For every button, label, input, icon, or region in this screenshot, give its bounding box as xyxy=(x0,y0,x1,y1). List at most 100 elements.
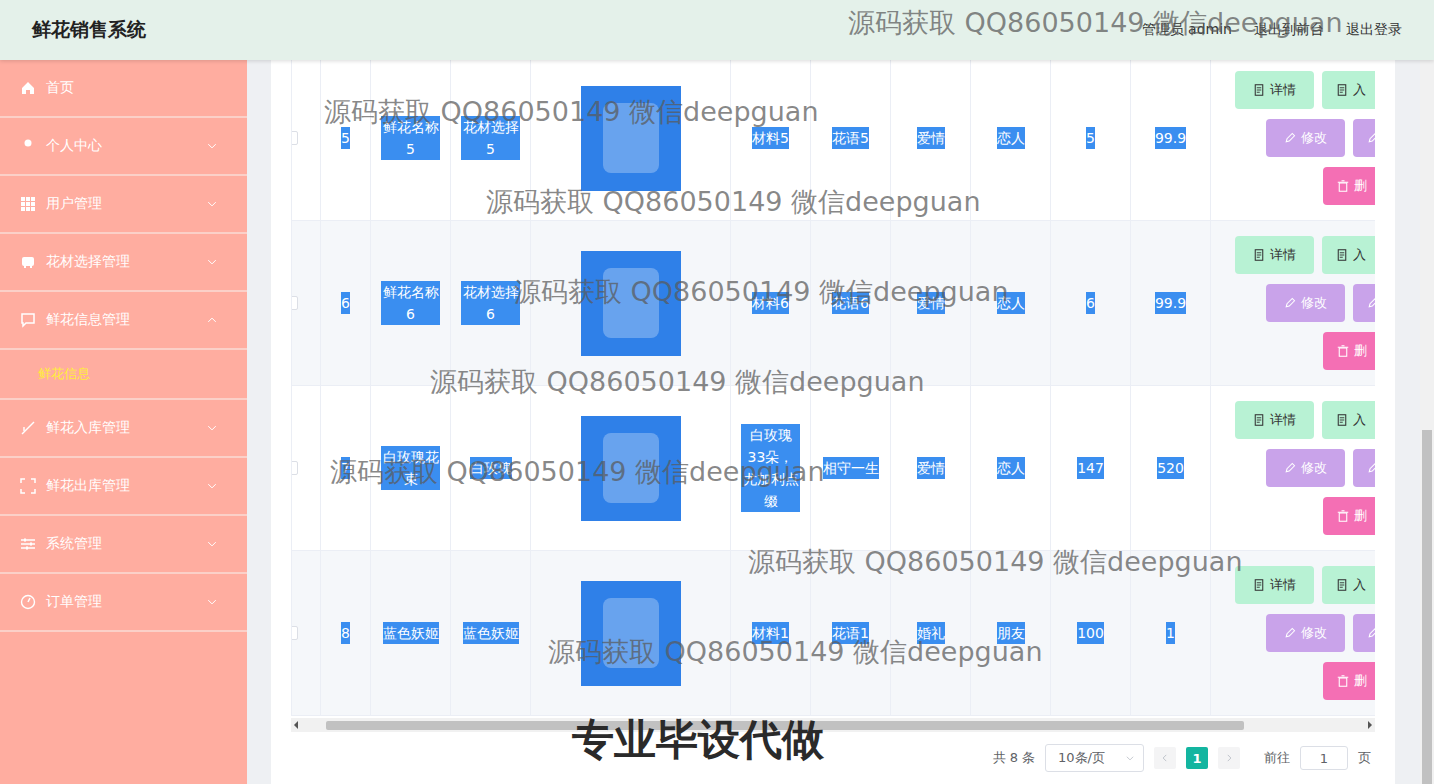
table-cell: 8 xyxy=(321,551,371,715)
action-button[interactable]: 入 xyxy=(1322,401,1375,439)
action-button[interactable]: 详情 xyxy=(1235,236,1314,274)
action-button[interactable]: 详情 xyxy=(1235,71,1314,109)
box-icon xyxy=(20,254,36,270)
edit-icon xyxy=(1284,462,1296,474)
gauge-icon xyxy=(20,594,36,610)
cell-text: 婚礼 xyxy=(917,622,945,644)
action-button[interactable]: 详情 xyxy=(1235,401,1314,439)
sidebar-item[interactable]: 鲜花出库管理 xyxy=(0,458,247,516)
action-button[interactable]: 入 xyxy=(1322,71,1375,109)
table-cell xyxy=(531,386,731,550)
sidebar-item[interactable]: 鲜花入库管理 xyxy=(0,400,247,458)
table-cell: 1 xyxy=(1131,551,1211,715)
chevron-down-icon xyxy=(207,199,217,209)
flower-image xyxy=(581,251,681,356)
table-cell: 相守一生 xyxy=(811,386,891,550)
sidebar-item[interactable]: 鲜花信息管理 xyxy=(0,292,247,350)
action-button[interactable] xyxy=(1353,284,1375,322)
header-link[interactable]: 退出登录 xyxy=(1346,21,1402,39)
page-size-select[interactable]: 10条/页 xyxy=(1045,744,1144,772)
action-button[interactable]: 修改 xyxy=(1266,119,1345,157)
table-row[interactable]: 7白玫瑰花束白玫瑰白玫瑰33朵，尤加利点缀相守一生爱情恋人147520详情入修改… xyxy=(292,386,1375,551)
cell-text: 鲜花名称6 xyxy=(381,281,440,325)
action-button[interactable]: 修改 xyxy=(1266,614,1345,652)
grid-icon xyxy=(20,196,36,212)
table-row[interactable]: 6鲜花名称6花材选择6材料6花语6爱情恋人699.9详情入修改删 xyxy=(292,221,1375,386)
cell-text: 爱情 xyxy=(917,292,945,314)
cell-text: 7 xyxy=(341,457,350,479)
table-cell: 白玫瑰 xyxy=(451,386,531,550)
table-cell: 147 xyxy=(1051,386,1131,550)
current-page[interactable]: 1 xyxy=(1186,747,1208,769)
action-button[interactable]: 修改 xyxy=(1266,284,1345,322)
table-row[interactable]: 8蓝色妖姬蓝色妖姬材料1花语1婚礼朋友1001详情入修改删 xyxy=(292,551,1375,716)
cell-text: 爱情 xyxy=(917,127,945,149)
button-label: 详情 xyxy=(1270,576,1296,594)
sidebar-item[interactable]: 订单管理 xyxy=(0,574,247,632)
main-area: 5鲜花名称5花材选择5材料5花语5爱情恋人599.9详情入修改删6鲜花名称6花材… xyxy=(247,60,1434,784)
row-checkbox[interactable] xyxy=(291,626,298,640)
row-checkbox[interactable] xyxy=(291,131,298,145)
cell-text: 100 xyxy=(1077,622,1104,644)
action-button[interactable]: 删 xyxy=(1323,497,1375,535)
sidebar-item[interactable]: 个人中心 xyxy=(0,118,247,176)
action-button[interactable]: 入 xyxy=(1322,566,1375,604)
horizontal-scrollbar[interactable] xyxy=(291,718,1375,732)
sidebar-item[interactable]: 用户管理 xyxy=(0,176,247,234)
action-button[interactable] xyxy=(1353,614,1375,652)
button-label: 入 xyxy=(1353,576,1366,594)
action-button[interactable]: 删 xyxy=(1323,332,1375,370)
document-icon xyxy=(1336,249,1348,261)
row-checkbox[interactable] xyxy=(291,296,298,310)
next-page-button[interactable] xyxy=(1218,747,1240,769)
sidebar-item[interactable]: 系统管理 xyxy=(0,516,247,574)
chevron-up-icon xyxy=(207,315,217,325)
action-button[interactable] xyxy=(1353,449,1375,487)
chevron-down-icon xyxy=(1125,753,1135,763)
chevron-right-icon xyxy=(1224,753,1234,763)
vertical-scrollbar[interactable] xyxy=(1420,60,1434,784)
table-row[interactable]: 5鲜花名称5花材选择5材料5花语5爱情恋人599.9详情入修改删 xyxy=(292,60,1375,221)
action-button[interactable]: 入 xyxy=(1322,236,1375,274)
action-button[interactable]: 删 xyxy=(1323,662,1375,700)
chevron-down-icon xyxy=(207,257,217,267)
checkbox-cell xyxy=(292,221,321,385)
cell-text: 材料6 xyxy=(752,292,789,314)
table-cell: 5 xyxy=(1051,60,1131,220)
sidebar-item[interactable]: 首页 xyxy=(0,60,247,118)
cell-text: 5 xyxy=(341,127,350,149)
action-button[interactable]: 删 xyxy=(1323,167,1375,205)
cell-text: 520 xyxy=(1157,457,1184,479)
header-link[interactable]: 退出到前台 xyxy=(1254,21,1324,39)
bell-icon xyxy=(20,420,36,436)
action-button[interactable]: 修改 xyxy=(1266,449,1345,487)
cell-text: 99.9 xyxy=(1155,127,1186,149)
image-shape xyxy=(603,598,659,668)
prev-page-button[interactable] xyxy=(1154,747,1176,769)
row-checkbox[interactable] xyxy=(291,461,298,475)
row-actions: 详情 入修改删 xyxy=(1211,221,1375,385)
action-button[interactable] xyxy=(1353,119,1375,157)
action-button[interactable]: 详情 xyxy=(1235,566,1314,604)
trash-icon xyxy=(1337,345,1349,357)
cell-text: 鲜花名称5 xyxy=(381,116,440,160)
button-label: 修改 xyxy=(1301,129,1327,147)
watermark: 源码获取 QQ86050149 微信deepguan xyxy=(486,184,981,220)
scrollbar-thumb[interactable] xyxy=(1422,430,1432,784)
sidebar-subitem[interactable]: 鲜花信息 xyxy=(0,350,247,400)
table-cell: 恋人 xyxy=(971,386,1051,550)
sidebar-item[interactable]: 花材选择管理 xyxy=(0,234,247,292)
table-cell: 鲜花名称5 xyxy=(371,60,451,220)
scroll-right-arrow[interactable] xyxy=(1368,721,1372,729)
flower-image xyxy=(581,86,681,191)
action-row: 修改 xyxy=(1211,449,1375,487)
action-row: 修改 xyxy=(1211,119,1375,157)
cell-text: 相守一生 xyxy=(823,457,879,479)
cell-text: 99.9 xyxy=(1155,292,1186,314)
button-label: 入 xyxy=(1353,246,1366,264)
goto-input[interactable] xyxy=(1300,746,1348,770)
table-cell: 100 xyxy=(1051,551,1131,715)
table-cell: 花语6 xyxy=(811,221,891,385)
document-icon xyxy=(1336,414,1348,426)
scroll-left-arrow[interactable] xyxy=(294,721,298,729)
